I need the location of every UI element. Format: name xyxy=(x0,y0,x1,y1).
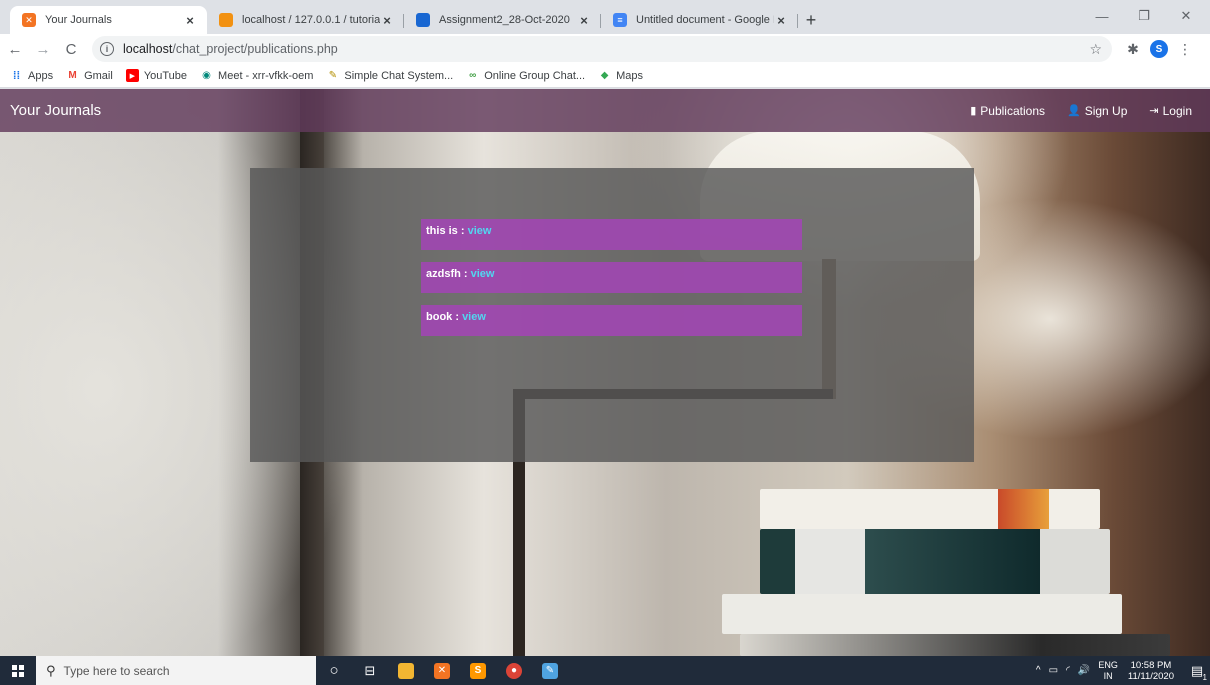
tab-assignment[interactable]: Assignment2_28-Oct-2020 × xyxy=(404,6,601,34)
profile-avatar[interactable]: S xyxy=(1146,36,1172,62)
google-docs-favicon-icon: ≡ xyxy=(613,13,627,27)
address-bar[interactable]: i localhost/chat_project/publications.ph… xyxy=(92,36,1112,62)
background-book xyxy=(760,529,1110,594)
file-explorer-icon[interactable] xyxy=(388,656,424,685)
background-book xyxy=(760,489,1100,529)
bookmark-simple-chat[interactable]: ✎ Simple Chat System... xyxy=(326,69,454,82)
site-info-icon[interactable]: i xyxy=(100,42,114,56)
publications-panel: this is : view azdsfh : view book : view xyxy=(250,168,974,462)
taskbar-search-placeholder: Type here to search xyxy=(63,663,170,678)
reload-button[interactable]: C xyxy=(58,36,84,62)
bookmark-maps[interactable]: ◆ Maps xyxy=(598,69,643,82)
background-book xyxy=(740,634,1170,656)
language-indicator[interactable]: ENG IN xyxy=(1098,660,1118,682)
publication-item: this is : view xyxy=(421,219,802,250)
windows-taskbar: ⚲ Type here to search ○ ⊟ ✕ S ● ✎ ^ ▭ ◜ … xyxy=(0,656,1210,685)
publication-item: azdsfh : view xyxy=(421,262,802,293)
tray-overflow-chevron-icon[interactable]: ^ xyxy=(1036,665,1041,676)
book-icon: ▮ xyxy=(970,105,977,117)
taskbar-clock[interactable]: 10:58 PM 11/11/2020 xyxy=(1128,660,1174,682)
taskbar-search-box[interactable]: ⚲ Type here to search xyxy=(36,656,316,685)
task-view-icon[interactable]: ⊟ xyxy=(352,656,388,685)
bookmark-apps[interactable]: ⁞⁞ Apps xyxy=(10,69,53,82)
xampp-favicon-icon: ✕ xyxy=(22,13,36,27)
url-host: localhost xyxy=(123,42,173,56)
feather-icon: ✎ xyxy=(328,70,338,81)
browser-menu-icon[interactable]: ⋮ xyxy=(1172,36,1198,62)
windows-logo-icon xyxy=(12,664,24,677)
bookmark-gmail[interactable]: M Gmail xyxy=(66,69,112,82)
gmail-icon: M xyxy=(68,70,77,81)
tab-title: Your Journals xyxy=(45,14,112,26)
close-window-button[interactable]: ✕ xyxy=(1168,6,1204,26)
publication-view-link[interactable]: view xyxy=(468,225,492,237)
new-tab-button[interactable]: + xyxy=(798,6,824,34)
browser-tab-strip: ✕ Your Journals × localhost / 127.0.0.1 … xyxy=(0,0,1210,34)
chrome-icon[interactable]: ● xyxy=(496,656,532,685)
sublime-text-icon[interactable]: S xyxy=(460,656,496,685)
publication-item: book : view xyxy=(421,305,802,336)
youtube-icon: ▶ xyxy=(125,69,139,82)
xampp-app-icon[interactable]: ✕ xyxy=(424,656,460,685)
site-brand[interactable]: Your Journals xyxy=(10,102,101,119)
tab-phpmyadmin[interactable]: localhost / 127.0.0.1 / tutorial_d × xyxy=(207,6,404,34)
tab-your-journals[interactable]: ✕ Your Journals × xyxy=(10,6,207,34)
bookmark-meet[interactable]: ◉ Meet - xrr-vfkk-oem xyxy=(200,69,313,82)
url-path: /chat_project/publications.php xyxy=(172,42,338,56)
notepad-app-icon[interactable]: ✎ xyxy=(532,656,568,685)
system-tray: ^ ▭ ◜ 🔊 ENG IN 10:58 PM 11/11/2020 ▤ 1 xyxy=(1036,656,1210,685)
bookmarks-bar: ⁞⁞ Apps M Gmail ▶ YouTube ◉ Meet - xrr-v… xyxy=(0,64,1210,88)
page-viewport: Your Journals ▮ Publications 👤 Sign Up ⇥… xyxy=(0,89,1210,656)
chat-icon: ∞ xyxy=(469,70,477,81)
browser-toolbar: ← → C i localhost/chat_project/publicati… xyxy=(0,34,1210,64)
close-tab-icon[interactable]: × xyxy=(577,13,591,28)
meet-icon: ◉ xyxy=(202,70,211,81)
user-icon: 👤 xyxy=(1067,105,1081,117)
wifi-icon[interactable]: ◜ xyxy=(1066,665,1070,676)
tab-title: Untitled document - Google Doc xyxy=(636,14,774,26)
nav-publications-link[interactable]: ▮ Publications xyxy=(970,104,1045,118)
publication-view-link[interactable]: view xyxy=(471,268,495,280)
notification-count-badge: 1 xyxy=(1202,673,1207,682)
forward-button[interactable]: → xyxy=(30,36,56,62)
start-button[interactable] xyxy=(0,656,36,685)
battery-icon[interactable]: ▭ xyxy=(1049,665,1058,676)
search-icon: ⚲ xyxy=(46,662,56,678)
background-book xyxy=(722,594,1122,634)
nav-signup-link[interactable]: 👤 Sign Up xyxy=(1067,104,1127,118)
site-navbar: Your Journals ▮ Publications 👤 Sign Up ⇥… xyxy=(0,89,1210,132)
back-button[interactable]: ← xyxy=(2,36,28,62)
tab-title: Assignment2_28-Oct-2020 xyxy=(439,14,570,26)
maximize-button[interactable]: ❐ xyxy=(1126,6,1162,26)
notification-center-icon[interactable]: ▤ 1 xyxy=(1184,656,1210,685)
close-tab-icon[interactable]: × xyxy=(380,13,394,28)
volume-icon[interactable]: 🔊 xyxy=(1078,665,1090,676)
extensions-puzzle-icon[interactable]: ✱ xyxy=(1120,36,1146,62)
cortana-icon[interactable]: ○ xyxy=(316,656,352,685)
nav-links: ▮ Publications 👤 Sign Up ⇥ Login xyxy=(948,104,1192,118)
bookmark-youtube[interactable]: ▶ YouTube xyxy=(125,69,187,82)
bookmark-group-chat[interactable]: ∞ Online Group Chat... xyxy=(466,69,585,82)
classroom-favicon-icon xyxy=(416,13,430,27)
tab-title: localhost / 127.0.0.1 / tutorial_d xyxy=(242,14,380,26)
phpmyadmin-favicon-icon xyxy=(219,13,233,27)
nav-login-link[interactable]: ⇥ Login xyxy=(1149,104,1192,118)
maps-icon: ◆ xyxy=(600,70,609,81)
close-tab-icon[interactable]: × xyxy=(183,13,197,28)
tab-google-doc[interactable]: ≡ Untitled document - Google Doc × xyxy=(601,6,798,34)
minimize-button[interactable]: — xyxy=(1084,6,1120,26)
apps-grid-icon: ⁞⁞ xyxy=(12,69,21,82)
bookmark-star-icon[interactable]: ☆ xyxy=(1089,41,1102,58)
login-icon: ⇥ xyxy=(1149,105,1159,117)
close-tab-icon[interactable]: × xyxy=(774,13,788,28)
publication-view-link[interactable]: view xyxy=(462,311,486,323)
